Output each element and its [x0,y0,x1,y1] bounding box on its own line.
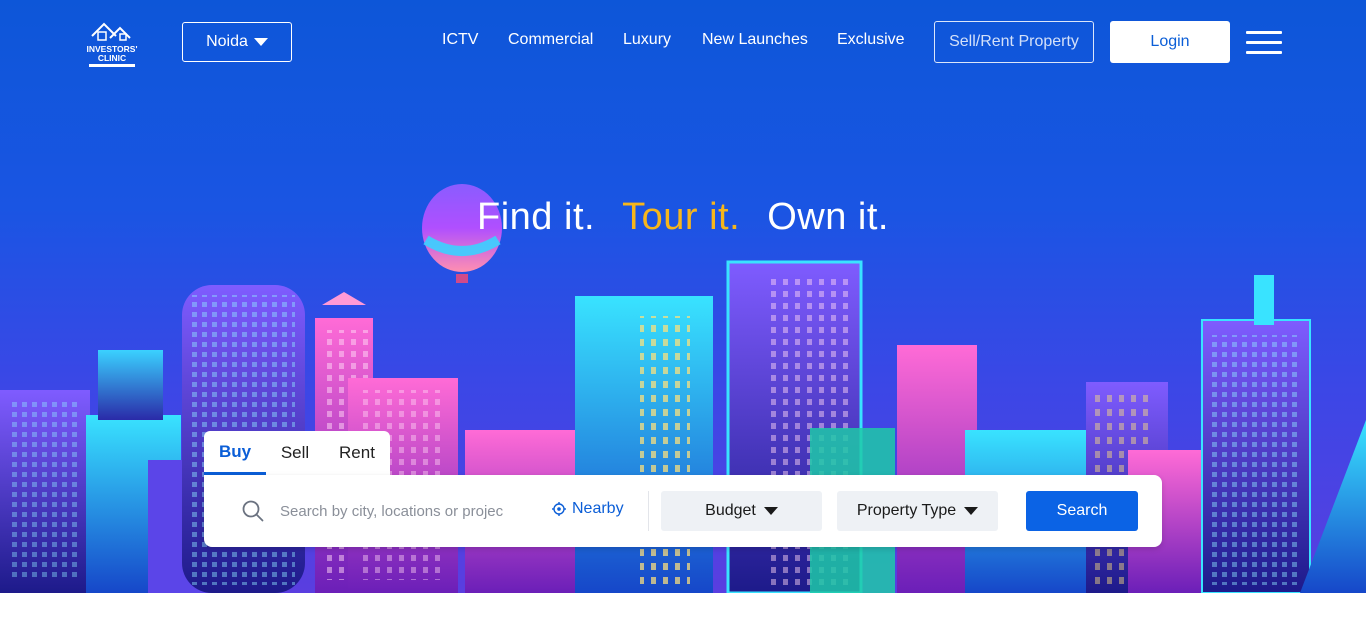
hamburger-menu-icon[interactable] [1246,31,1282,55]
budget-label: Budget [705,502,756,519]
logo-house-icon: INVESTORS' CLINIC [87,22,138,67]
city-label: Noida [206,33,248,50]
search-tabs: Buy Sell Rent [204,431,390,477]
nav-link-commercial[interactable]: Commercial [508,31,593,49]
search-input[interactable] [280,497,520,525]
investors-clinic-logo[interactable]: INVESTORS' CLINIC [86,16,138,68]
nearby-label: Nearby [572,500,624,517]
tagline-own: Own it. [767,196,889,238]
location-target-icon [552,502,566,516]
property-search-bar: Nearby Budget Property Type Search [204,475,1162,547]
tab-rent[interactable]: Rent [324,431,390,475]
nearby-button[interactable]: Nearby [552,500,624,518]
chevron-down-icon [964,507,979,515]
divider [648,491,649,531]
sell-rent-property-button[interactable]: Sell/Rent Property [934,21,1094,63]
search-button[interactable]: Search [1026,491,1138,531]
city-selector[interactable]: Noida [182,22,292,62]
nav-link-exclusive[interactable]: Exclusive [837,31,905,49]
nav-link-new-launches[interactable]: New Launches [702,31,808,49]
tab-buy[interactable]: Buy [204,431,266,475]
tab-sell[interactable]: Sell [266,431,324,475]
chevron-down-icon [763,507,778,515]
hero-banner: INVESTORS' CLINIC Noida ICTV Commercial … [0,0,1366,593]
nav-link-luxury[interactable]: Luxury [623,31,671,49]
property-type-dropdown[interactable]: Property Type [837,491,998,531]
tagline-tour: Tour it. [622,196,741,238]
chevron-down-icon [253,38,268,46]
nav-link-ictv[interactable]: ICTV [442,31,478,49]
budget-dropdown[interactable]: Budget [661,491,822,531]
login-button[interactable]: Login [1110,21,1230,63]
property-type-label: Property Type [856,502,957,519]
search-icon [242,500,264,522]
svg-text:CLINIC: CLINIC [98,53,126,63]
tagline-find: Find it. [477,196,596,238]
hero-tagline: Find it. Tour it. Own it. [0,196,1366,239]
